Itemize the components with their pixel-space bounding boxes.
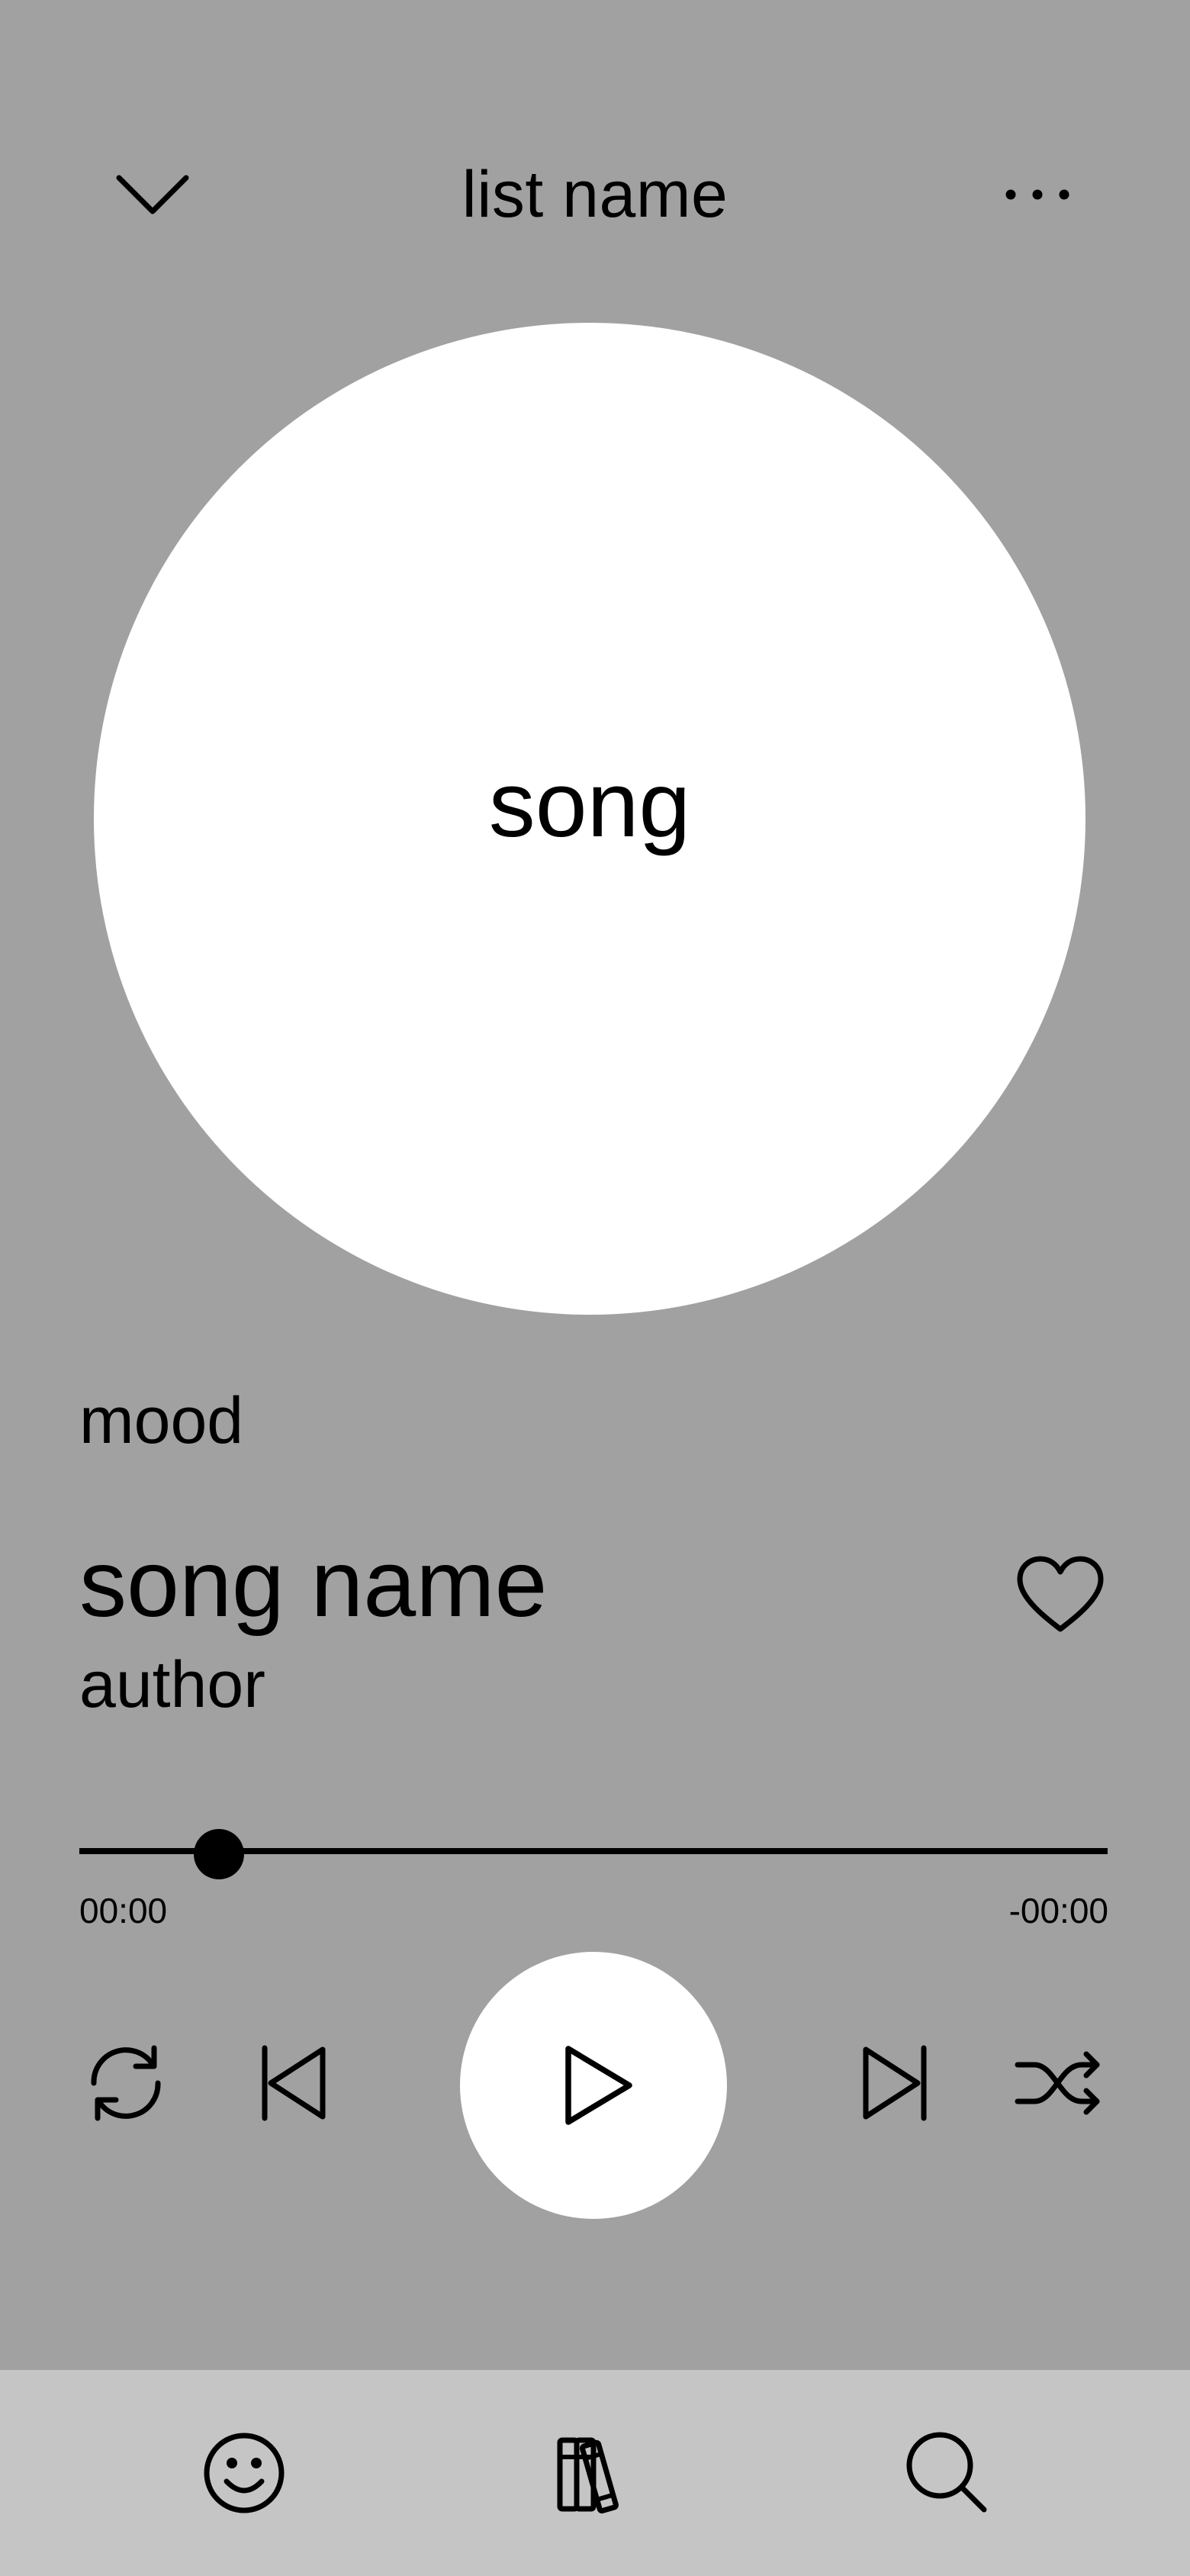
chevron-down-icon (114, 172, 191, 217)
bottom-navigation (0, 2370, 1190, 2576)
remaining-time: -00:00 (1008, 1891, 1108, 1930)
smiley-icon (202, 2431, 286, 2515)
skip-back-icon (256, 2043, 332, 2123)
nav-mood-button[interactable] (179, 2408, 309, 2538)
collapse-button[interactable] (99, 145, 206, 244)
playlist-title: list name (462, 158, 728, 231)
mood-label: mood (79, 1384, 244, 1457)
next-button[interactable] (841, 2030, 948, 2136)
elapsed-time: 00:00 (79, 1891, 168, 1930)
heart-icon (1015, 1555, 1105, 1634)
progress-handle[interactable] (194, 1829, 245, 1879)
nav-search-button[interactable] (883, 2408, 1012, 2538)
shuffle-button[interactable] (1005, 2030, 1112, 2136)
more-options-button[interactable] (984, 145, 1091, 244)
artwork-label: song (488, 752, 691, 856)
shuffle-icon (1015, 2046, 1103, 2120)
song-author: author (79, 1648, 265, 1721)
repeat-button[interactable] (72, 2030, 179, 2136)
album-artwork: song (94, 323, 1085, 1315)
more-horizontal-icon (1003, 187, 1072, 202)
search-icon (905, 2430, 990, 2516)
nav-library-button[interactable] (531, 2408, 661, 2538)
favorite-button[interactable] (999, 1541, 1121, 1648)
library-icon (554, 2431, 638, 2515)
previous-button[interactable] (240, 2030, 347, 2136)
song-title: song name (79, 1531, 548, 1637)
play-icon (561, 2043, 637, 2128)
repeat-icon (83, 2043, 169, 2123)
skip-forward-icon (857, 2043, 933, 2123)
play-button[interactable] (460, 1952, 727, 2219)
